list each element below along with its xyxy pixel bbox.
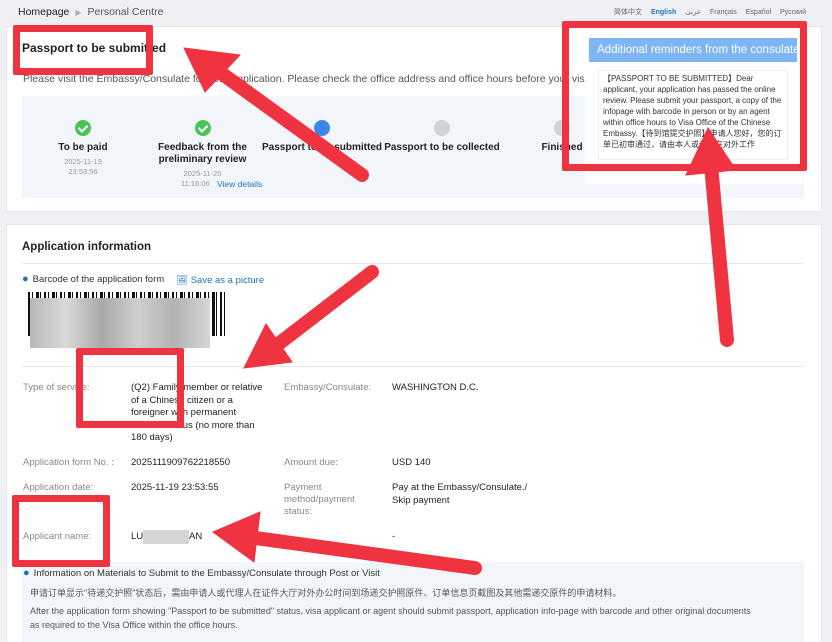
materials-zh: 申请订单显示"待递交护照"状态后，需由申请人或代理人在证件大厅对外办公时间到场递… (30, 588, 622, 598)
lang-en[interactable]: English (651, 9, 676, 16)
step-passport-collected: Passport to be collected (382, 120, 502, 154)
lang-ru[interactable]: Русский (780, 9, 806, 16)
application-date-value: 2025-11-19 23:53:55 (131, 482, 219, 493)
section-title: Application information (22, 241, 152, 253)
lang-fr[interactable]: Français (710, 9, 737, 16)
annotation-box-service (76, 348, 184, 428)
step-to-be-paid: To be paid 2025-11-19 23:53:56 (48, 120, 118, 177)
form-no-label: Application form No. : (23, 457, 114, 468)
bullet-icon: ● (22, 273, 29, 285)
embassy-label: Embassy/Consulate: (284, 382, 372, 393)
annotation-box-reminders (562, 21, 807, 171)
materials-title: ● Information on Materials to Submit to t… (23, 567, 380, 579)
barcode-image (28, 292, 228, 348)
save-as-picture-link[interactable]: 🖼 Save as a picture (176, 275, 264, 286)
annotation-box-applicant (12, 495, 110, 567)
breadcrumb: Homepage ▶ Personal Centre (18, 6, 163, 18)
amount-label: Amount due: (284, 457, 338, 468)
lang-es[interactable]: Español (746, 9, 771, 16)
amount-value: USD 140 (392, 457, 431, 468)
step-date: 2025-11-19 (64, 157, 102, 166)
step-label: Passport to be collected (384, 142, 500, 153)
form-no-value: 2025111909762218550 (131, 457, 230, 468)
applicant-name-end: AN (189, 531, 203, 542)
materials-en: After the application form showing "Pass… (30, 606, 751, 630)
breadcrumb-home[interactable]: Homepage (18, 6, 69, 18)
divider (22, 263, 804, 264)
payment-label: Payment method/payment status: (284, 482, 355, 517)
lang-ar[interactable]: عربى (685, 9, 701, 16)
annotation-box-status (13, 25, 153, 75)
step-label: To be paid (58, 142, 108, 153)
payment-value: Pay at the Embassy/Consulate./ Skip paym… (392, 482, 528, 506)
barcode-redaction (30, 298, 210, 348)
current-step-icon (314, 120, 330, 136)
embassy-value: WASHINGTON D.C. (392, 382, 479, 393)
language-switcher: 简体中文 English عربى Français Español Русск… (607, 7, 806, 17)
breadcrumb-separator-icon: ▶ (75, 8, 82, 17)
barcode-label: ● Barcode of the application form (22, 273, 165, 285)
step-passport-submitted: Passport to be submitted (262, 120, 382, 154)
breadcrumb-current: Personal Centre (87, 6, 164, 18)
applicant-name-redaction (143, 530, 189, 544)
lang-zh[interactable]: 简体中文 (614, 9, 642, 16)
applicant-name-start: LU (131, 531, 144, 542)
application-date-label: Application date: (23, 482, 94, 493)
step-label: Feedback from the preliminary review (158, 142, 247, 165)
step-time: 23:53:56 (68, 167, 98, 176)
check-icon (194, 120, 211, 136)
bullet-icon: ● (23, 567, 30, 579)
image-icon: 🖼 (176, 275, 189, 286)
step-label: Passport to be submitted (262, 142, 383, 153)
check-icon (75, 120, 91, 136)
step-date: 2025-11-20 (183, 169, 222, 178)
empty-value: - (392, 531, 396, 542)
pending-step-icon (434, 120, 450, 136)
view-details-link[interactable]: View details (217, 179, 262, 189)
